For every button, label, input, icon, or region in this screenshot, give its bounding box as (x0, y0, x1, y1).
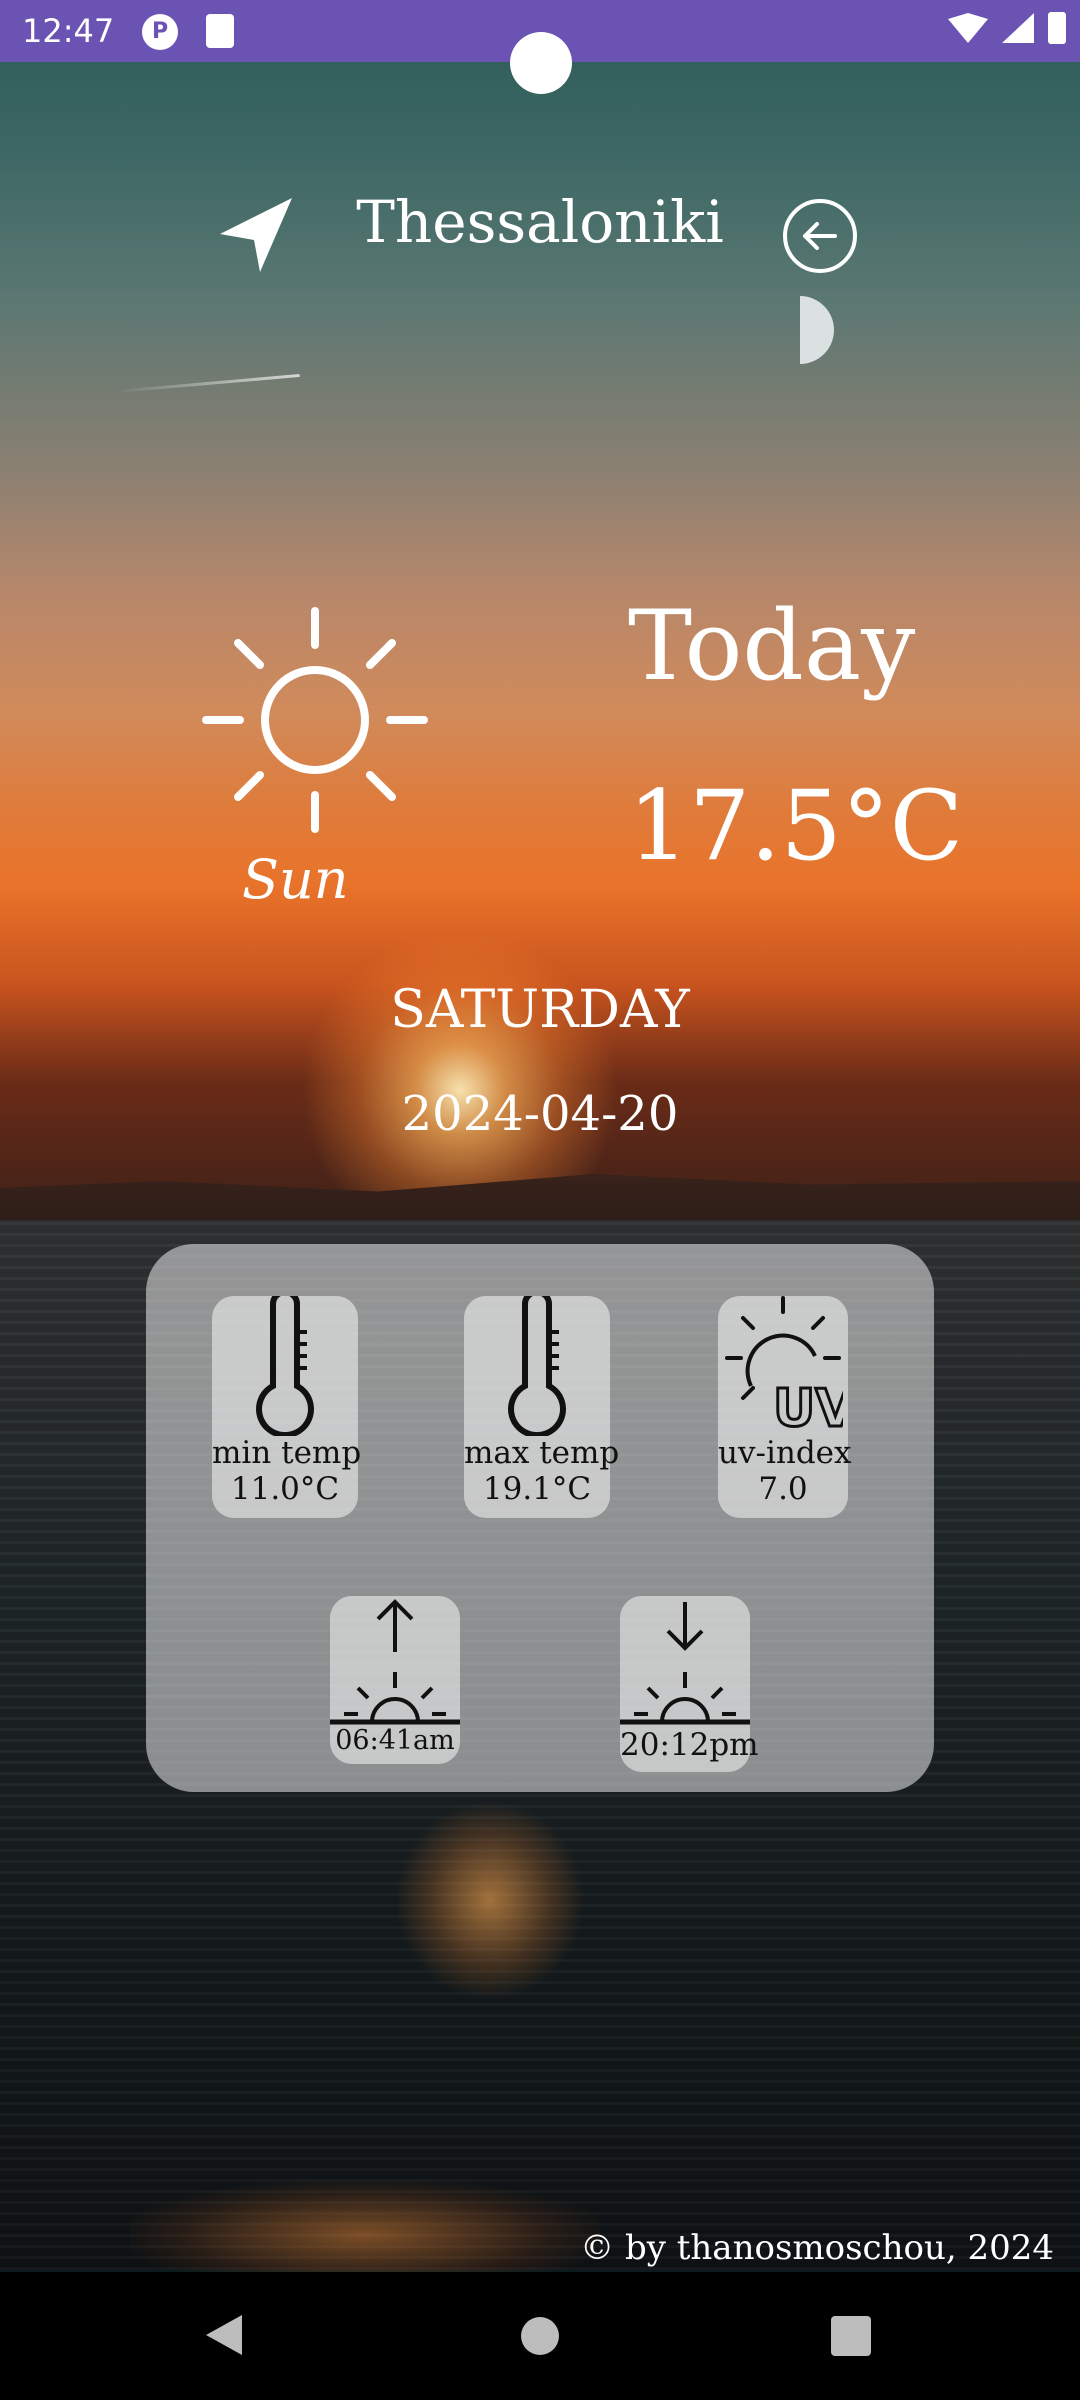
signal-icon (1002, 13, 1034, 43)
sunset-icon (620, 1602, 750, 1725)
nav-home-button[interactable] (521, 2317, 559, 2355)
max-temp-label: max temp (464, 1435, 620, 1471)
uv-sun-icon: UV (725, 1296, 843, 1436)
max-temp-value: 19.1°C (482, 1471, 592, 1507)
min-temp-value: 11.0°C (230, 1471, 340, 1507)
max-temp-tile: max temp 19.1°C (464, 1296, 620, 1518)
sunset-tile: 20:12pm (620, 1596, 759, 1772)
nav-recents-button[interactable] (831, 2316, 871, 2356)
weekday: SATURDAY (390, 980, 690, 1040)
thermometer-icon (256, 1296, 314, 1436)
min-temp-label: min temp (212, 1435, 362, 1471)
current-temperature: 17.5°C (628, 770, 964, 882)
sunrise-icon (330, 1599, 460, 1725)
sun-reflection (395, 1800, 585, 2000)
back-button[interactable] (783, 199, 857, 273)
min-temp-tile: min temp 11.0°C (212, 1296, 362, 1518)
app-icon: P (142, 14, 178, 50)
uv-index-tile: UV uv-index 7.0 (718, 1296, 852, 1518)
background-image (0, 0, 1080, 2400)
svg-text:UV: UV (773, 1379, 843, 1436)
nav-back-button[interactable] (206, 2315, 242, 2355)
details-card: min temp 11.0°C max temp 19.1°C UV uv-in… (146, 1244, 934, 1792)
sd-card-icon (206, 14, 234, 48)
back-arrow-icon (803, 222, 837, 250)
status-time: 12:47 (22, 12, 115, 50)
thermometer-icon (508, 1296, 566, 1436)
weather-condition: Sun (242, 848, 349, 911)
wifi-icon (948, 13, 988, 43)
status-indicators (948, 12, 1066, 44)
date: 2024-04-20 (401, 1086, 679, 1142)
sun-icon (200, 605, 430, 835)
copyright-text: © by thanosmoschou, 2024 (580, 2228, 1054, 2268)
battery-icon (1048, 12, 1066, 44)
uv-index-label: uv-index (718, 1435, 852, 1471)
uv-index-value: 7.0 (758, 1471, 808, 1507)
sunset-time: 20:12pm (620, 1727, 759, 1763)
camera-cutout (510, 32, 572, 94)
sunrise-tile: 06:41am (330, 1596, 460, 1764)
sunrise-time: 06:41am (335, 1725, 455, 1756)
day-label: Today (628, 590, 916, 702)
city-name: Thessaloniki (356, 188, 724, 256)
